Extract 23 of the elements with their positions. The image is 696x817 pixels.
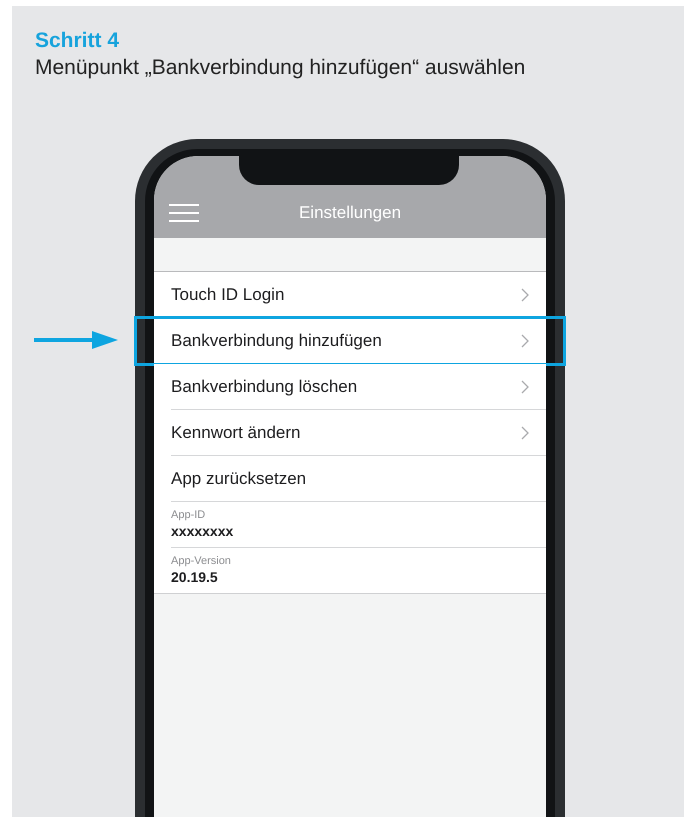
info-label: App-Version [171, 555, 232, 568]
step-instruction: Menüpunkt „Bankverbindung hinzufügen“ auswählen [35, 55, 526, 81]
chevron-icon [521, 288, 529, 302]
settings-row[interactable]: Bankverbindung hinzufügen [154, 318, 546, 364]
settings-row[interactable]: Bankverbindung löschen [154, 364, 546, 410]
menu-item-label: Bankverbindung löschen [171, 376, 358, 398]
chevron-icon [521, 334, 529, 348]
header-title: Einstellungen [298, 202, 402, 224]
info-value: 20.19.5 [171, 568, 219, 586]
chevron-icon [521, 380, 529, 394]
info-label: App-ID [171, 509, 206, 522]
info-value: xxxxxxxx [171, 522, 234, 540]
settings-row[interactable]: Kennwort ändern [154, 410, 546, 456]
menu-button[interactable] [169, 204, 199, 222]
menu-item-label: Bankverbindung hinzufügen [171, 330, 382, 352]
step-title: Schritt 4 [35, 28, 120, 54]
menu-item-label: App zurücksetzen [171, 468, 306, 490]
chevron-icon [521, 426, 529, 440]
settings-row[interactable]: App zurücksetzen [154, 456, 546, 502]
menu-item-label: Touch ID Login [171, 284, 284, 306]
settings-row[interactable]: Touch ID Login [154, 272, 546, 318]
menu-item-label: Kennwort ändern [171, 422, 300, 444]
arrow-icon [34, 330, 118, 350]
